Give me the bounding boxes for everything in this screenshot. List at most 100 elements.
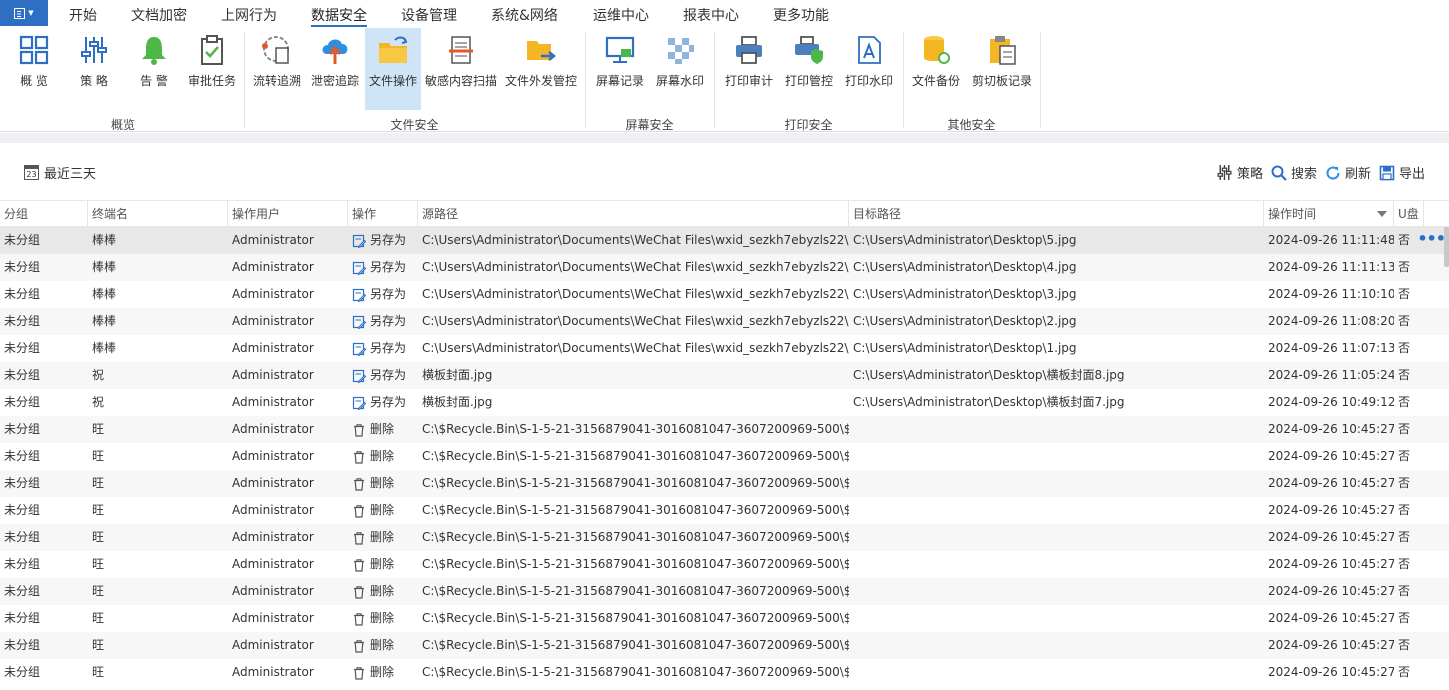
cell-source-path: C:\$Recycle.Bin\S-1-5-21-3156879041-3016… (422, 665, 849, 679)
cell-usb: 否 (1398, 503, 1411, 517)
print-audit-button[interactable]: 打印审计 (721, 28, 777, 110)
column-header-target-path[interactable]: 目标路径 (849, 201, 1264, 227)
table-row[interactable]: 未分组 棒棒 Administrator 另存为 C:\Users\Administra… (0, 227, 1449, 254)
table-row[interactable]: 未分组 旺 Administrator 删除 C:\$Recycle.Bin\S-1-5… (0, 524, 1449, 551)
search-button-label: 搜索 (1291, 167, 1318, 182)
cell-user: Administrator (232, 584, 314, 598)
table-row[interactable]: 未分组 旺 Administrator 删除 C:\$Recycle.Bin\S-1-5… (0, 605, 1449, 632)
cell-usb: 否 (1398, 314, 1411, 328)
operation-label: 删除 (370, 503, 395, 517)
table-row[interactable]: 未分组 棒棒 Administrator 另存为 C:\Users\Administra… (0, 308, 1449, 335)
cell-group: 未分组 (4, 449, 41, 463)
table-row[interactable]: 未分组 旺 Administrator 删除 C:\$Recycle.Bin\S-1-5… (0, 551, 1449, 578)
column-header-group[interactable]: 分组 (0, 201, 88, 227)
cell-operation-time: 2024-09-26 11:08:20 (1268, 314, 1394, 328)
tab-doc-encryption[interactable]: 文档加密 (131, 5, 187, 27)
flow-trace-button[interactable]: 流转追溯 (250, 28, 304, 110)
save-as-icon (352, 342, 366, 356)
app-menu-button[interactable]: ▼ (0, 0, 48, 26)
cell-terminal: 旺 (92, 503, 105, 517)
cell-user: Administrator (232, 557, 314, 571)
sort-descending-icon[interactable] (1377, 211, 1387, 217)
cell-operation: 另存为 (348, 389, 418, 416)
column-header-user[interactable]: 操作用户 (228, 201, 348, 227)
tab-data-security[interactable]: 数据安全 (311, 5, 367, 27)
column-header-source-path[interactable]: 源路径 (418, 201, 849, 227)
cell-usb: 否 (1398, 260, 1411, 274)
print-watermark-button[interactable]: 打印水印 (841, 28, 897, 110)
policy-button[interactable]: 策略 (1216, 163, 1263, 182)
clipboard-record-label: 剪切板记录 (971, 74, 1032, 88)
alert-button[interactable]: 告 警 (126, 28, 182, 110)
table-row[interactable]: 未分组 旺 Administrator 删除 C:\$Recycle.Bin\S-1-5… (0, 470, 1449, 497)
cell-operation: 删除 (348, 605, 418, 632)
group-label-screen-security: 屏幕安全 (625, 118, 674, 132)
row-more-icon[interactable]: ••• (1417, 227, 1446, 251)
approval-button[interactable]: 审批任务 (184, 28, 240, 110)
file-ops-button[interactable]: 文件操作 (365, 28, 421, 110)
table-row[interactable]: 未分组 旺 Administrator 删除 C:\$Recycle.Bin\S-1-5… (0, 632, 1449, 659)
file-backup-button[interactable]: 文件备份 (908, 28, 964, 110)
dashboard-icon (19, 35, 49, 65)
column-header-operation-time[interactable]: 操作时间 (1264, 201, 1394, 227)
trash-icon (354, 585, 364, 599)
cell-target-path (849, 632, 1264, 659)
tab-device-management[interactable]: 设备管理 (401, 5, 457, 27)
tab-report-center[interactable]: 报表中心 (683, 5, 739, 27)
column-header-operation[interactable]: 操作 (348, 201, 418, 227)
cell-target-path (849, 443, 1264, 470)
group-separator (714, 32, 715, 128)
clipboard-check-icon (201, 35, 223, 65)
overview-button[interactable]: 概 览 (6, 28, 62, 110)
search-button[interactable]: 搜索 (1271, 163, 1317, 182)
table-row[interactable]: 未分组 祝 Administrator 另存为 横板封面.jpg C:\Users\Adm… (0, 389, 1449, 416)
cell-operation-time: 2024-09-26 11:11:48 (1268, 233, 1394, 247)
tab-start[interactable]: 开始 (69, 5, 97, 27)
policy-ribbon-button[interactable]: 策 略 (66, 28, 122, 110)
trash-icon (354, 477, 364, 491)
cell-operation-time: 2024-09-26 10:45:27 (1268, 476, 1394, 490)
export-icon (1379, 165, 1395, 180)
cell-terminal: 旺 (92, 638, 105, 652)
cell-user: Administrator (232, 449, 314, 463)
print-control-button[interactable]: 打印管控 (781, 28, 837, 110)
folder-send-icon (527, 41, 557, 61)
column-header-terminal[interactable]: 终端名 (88, 201, 228, 227)
tab-more-features[interactable]: 更多功能 (773, 5, 829, 27)
clipboard-record-button[interactable]: 剪切板记录 (968, 28, 1036, 110)
date-filter[interactable]: 23 最近三天 (24, 163, 96, 182)
column-header-usb[interactable]: U盘 (1394, 201, 1424, 227)
table-row[interactable]: 未分组 棒棒 Administrator 另存为 C:\Users\Administra… (0, 335, 1449, 362)
sliders-icon (1217, 165, 1232, 180)
tab-system-network[interactable]: 系统&网络 (491, 5, 558, 27)
cell-operation: 删除 (348, 524, 418, 551)
table-row[interactable]: 未分组 旺 Administrator 删除 C:\$Recycle.Bin\S-1-5… (0, 578, 1449, 605)
group-label-overview: 概览 (110, 118, 135, 132)
search-icon (1271, 165, 1287, 181)
cell-operation-time: 2024-09-26 11:07:13 (1268, 341, 1394, 355)
file-outgoing-button[interactable]: 文件外发管控 (503, 28, 579, 110)
leak-trace-button[interactable]: 泄密追踪 (308, 28, 362, 110)
refresh-button[interactable]: 刷新 (1325, 163, 1371, 182)
trash-icon (354, 558, 364, 572)
operation-label: 另存为 (370, 260, 407, 274)
tab-internet-behavior[interactable]: 上网行为 (221, 5, 277, 27)
tab-ops-center[interactable]: 运维中心 (593, 5, 649, 27)
export-button[interactable]: 导出 (1379, 163, 1425, 182)
cell-target-path: C:\Users\Administrator\Desktop\4.jpg (853, 260, 1077, 274)
table-row[interactable]: 未分组 旺 Administrator 删除 C:\$Recycle.Bin\S-1-5… (0, 497, 1449, 524)
table-row[interactable]: 未分组 棒棒 Administrator 另存为 C:\Users\Administra… (0, 281, 1449, 308)
table-row[interactable]: 未分组 祝 Administrator 另存为 横板封面.jpg C:\Users\Adm… (0, 362, 1449, 389)
table-row[interactable]: 未分组 棒棒 Administrator 另存为 C:\Users\Administra… (0, 254, 1449, 281)
table-row[interactable]: 未分组 旺 Administrator 删除 C:\$Recycle.Bin\S-1-5… (0, 416, 1449, 443)
sensitive-scan-button[interactable]: 敏感内容扫描 (423, 28, 499, 110)
toolbar: 23 最近三天 策略 搜索 刷新 导出 (0, 143, 1449, 199)
screen-watermark-button[interactable]: 屏幕水印 (652, 28, 708, 110)
cell-source-path: 横板封面.jpg (422, 395, 493, 409)
table-row[interactable]: 未分组 旺 Administrator 删除 C:\$Recycle.Bin\S-1-5… (0, 659, 1449, 686)
cell-user: Administrator (232, 530, 314, 544)
table-row[interactable]: 未分组 旺 Administrator 删除 C:\$Recycle.Bin\S-1-5… (0, 443, 1449, 470)
vertical-scrollbar[interactable] (1444, 227, 1449, 267)
cell-usb: 否 (1398, 422, 1411, 436)
screen-record-button[interactable]: 屏幕记录 (592, 28, 648, 110)
